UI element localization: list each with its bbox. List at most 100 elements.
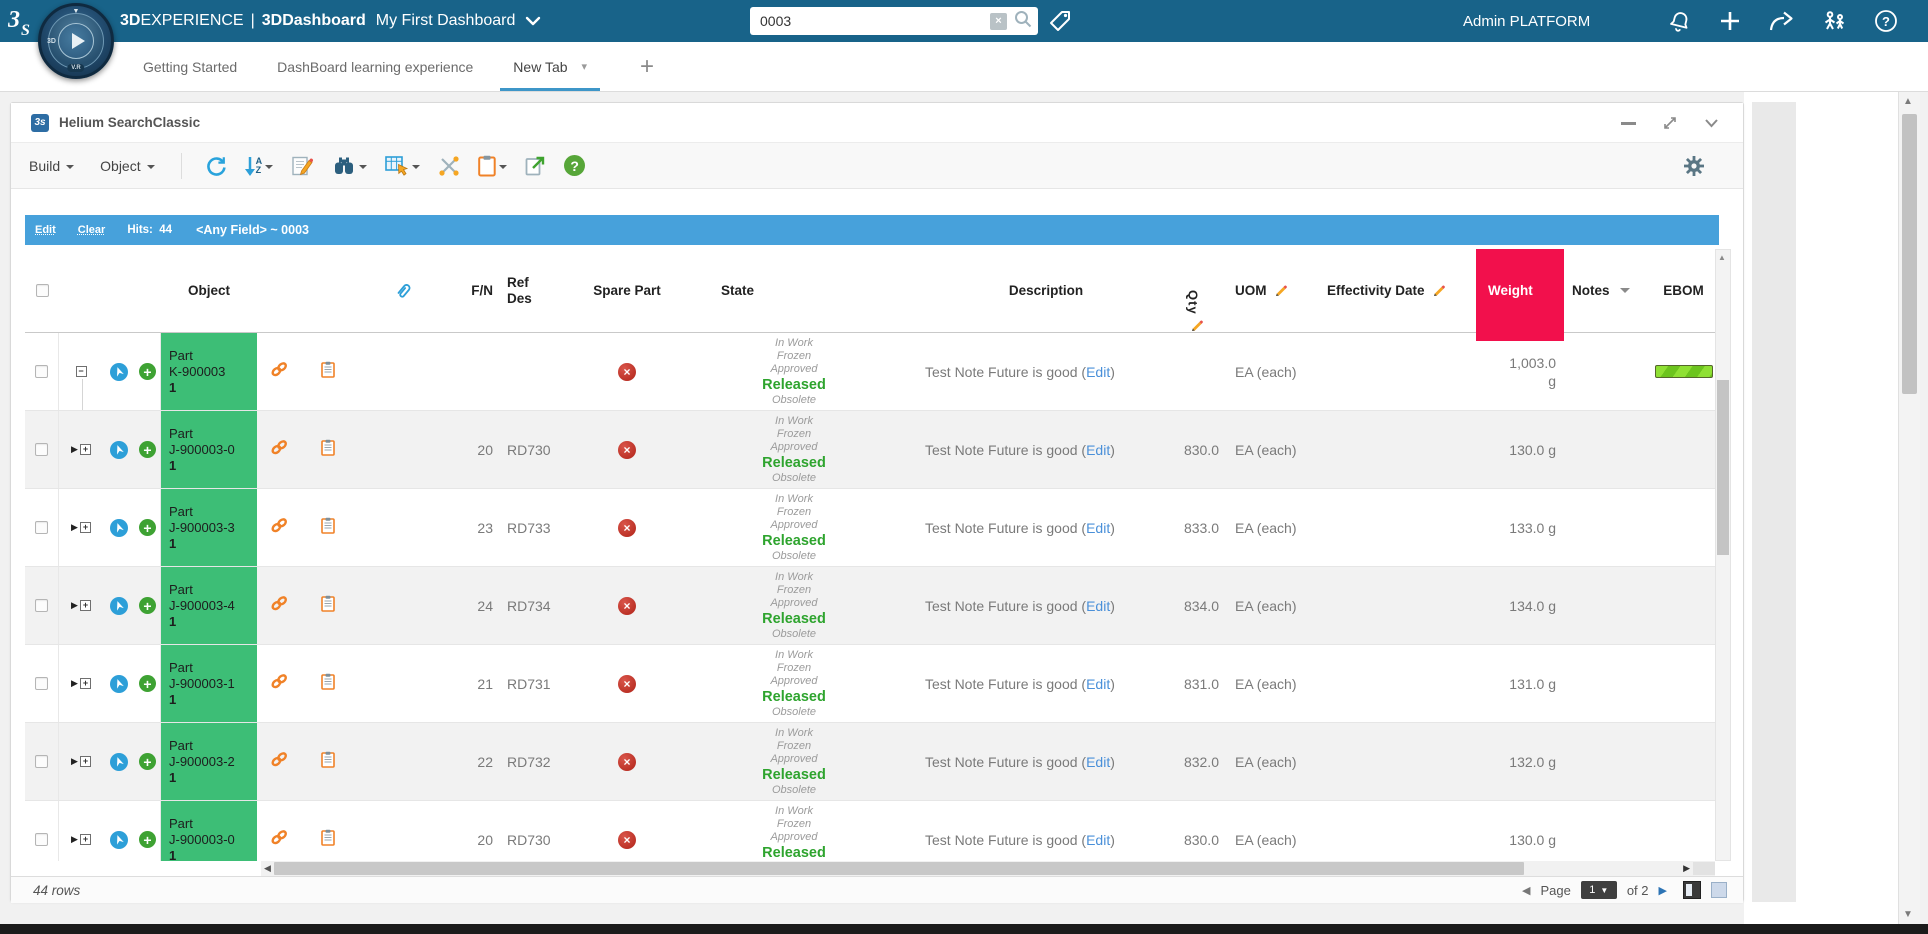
- play-icon[interactable]: [58, 23, 94, 59]
- link-icon[interactable]: [270, 595, 289, 616]
- add-child-icon[interactable]: +: [139, 753, 156, 770]
- chevron-down-icon[interactable]: ▾: [582, 60, 588, 73]
- navigate-icon[interactable]: [110, 519, 128, 537]
- table-scrollbar-thumb[interactable]: [1717, 380, 1729, 555]
- row-checkbox[interactable]: [35, 599, 48, 612]
- swap-connections-icon[interactable]: [438, 155, 460, 177]
- minimize-widget-icon[interactable]: [1621, 122, 1636, 125]
- prev-page-button[interactable]: ◀: [1522, 884, 1530, 897]
- build-menu[interactable]: Build: [29, 158, 74, 174]
- add-child-icon[interactable]: +: [139, 597, 156, 614]
- select-all-checkbox[interactable]: [36, 284, 49, 297]
- refresh-icon[interactable]: [205, 155, 227, 177]
- object-name-cell[interactable]: Part J-900003-0 1: [161, 801, 257, 861]
- search-icon[interactable]: [1014, 10, 1032, 33]
- navigate-icon[interactable]: [110, 597, 128, 615]
- column-header-notes[interactable]: Notes: [1564, 249, 1652, 332]
- column-header-state[interactable]: State: [677, 249, 911, 332]
- edit-description-link[interactable]: Edit: [1086, 754, 1110, 770]
- column-header-ref-des[interactable]: Ref Des: [497, 249, 577, 332]
- tab-new-tab[interactable]: New Tab▾: [500, 42, 600, 91]
- settings-gear-icon[interactable]: [1683, 155, 1705, 182]
- column-header-object[interactable]: Object: [161, 249, 257, 332]
- card-view-toggle[interactable]: [1711, 882, 1727, 898]
- add-child-icon[interactable]: +: [139, 675, 156, 692]
- link-icon[interactable]: [270, 517, 289, 538]
- column-header-uom[interactable]: UOM: [1223, 249, 1315, 332]
- navigate-icon[interactable]: [110, 753, 128, 771]
- row-checkbox[interactable]: [35, 677, 48, 690]
- table-view-toggle[interactable]: [1683, 881, 1701, 899]
- tree-expand-icon[interactable]: ▶+: [71, 834, 91, 845]
- navigate-icon[interactable]: [110, 675, 128, 693]
- navigate-icon[interactable]: [110, 441, 128, 459]
- compass-icon[interactable]: ▼ 3D V.R: [38, 3, 114, 79]
- object-name-cell[interactable]: Part J-900003-3 1: [161, 489, 257, 566]
- table-vertical-scrollbar[interactable]: ▲: [1715, 249, 1731, 861]
- row-checkbox[interactable]: [35, 521, 48, 534]
- row-checkbox[interactable]: [35, 365, 48, 378]
- link-icon[interactable]: [270, 829, 289, 850]
- navigate-icon[interactable]: [110, 831, 128, 849]
- column-header-weight[interactable]: Weight: [1476, 249, 1564, 332]
- link-icon[interactable]: [270, 673, 289, 694]
- clipboard-icon[interactable]: [321, 361, 335, 383]
- object-name-cell[interactable]: Part J-900003-4 1: [161, 567, 257, 644]
- clipboard-icon[interactable]: [321, 829, 335, 851]
- find-binoculars-icon[interactable]: [332, 156, 367, 176]
- column-select-icon[interactable]: [385, 155, 420, 177]
- column-header-spare-part[interactable]: Spare Part: [577, 249, 677, 332]
- page-select[interactable]: 1▼: [1581, 881, 1617, 899]
- chevron-down-icon[interactable]: [525, 16, 541, 26]
- clipboard-icon[interactable]: [321, 517, 335, 539]
- help-icon[interactable]: ?: [1874, 9, 1898, 33]
- edit-description-link[interactable]: Edit: [1086, 364, 1110, 380]
- scroll-up-icon[interactable]: ▲: [1718, 253, 1726, 262]
- tag-icon[interactable]: [1046, 7, 1074, 40]
- object-menu[interactable]: Object: [100, 158, 154, 174]
- column-header-fn[interactable]: F/N: [453, 249, 497, 332]
- add-tab-button[interactable]: +: [640, 42, 654, 91]
- add-child-icon[interactable]: +: [139, 441, 156, 458]
- edit-description-link[interactable]: Edit: [1086, 832, 1110, 848]
- expand-widget-icon[interactable]: [1662, 115, 1678, 131]
- collapse-widget-icon[interactable]: [1704, 117, 1719, 129]
- add-child-icon[interactable]: +: [139, 831, 156, 848]
- row-checkbox[interactable]: [35, 443, 48, 456]
- add-child-icon[interactable]: +: [139, 363, 156, 380]
- tab-getting-started[interactable]: Getting Started: [130, 42, 250, 91]
- search-input[interactable]: [760, 13, 990, 29]
- tree-collapse-icon[interactable]: −: [76, 366, 87, 377]
- scroll-left-icon[interactable]: ◀: [261, 863, 274, 874]
- filter-clear-link[interactable]: Clear: [78, 224, 106, 236]
- tree-expand-icon[interactable]: ▶+: [71, 600, 91, 611]
- edit-description-link[interactable]: Edit: [1086, 442, 1110, 458]
- row-checkbox[interactable]: [35, 755, 48, 768]
- column-header-attachment[interactable]: [355, 249, 453, 332]
- page-scrollbar[interactable]: ▲ ▼: [1898, 92, 1920, 924]
- dashboard-name[interactable]: My First Dashboard: [376, 12, 516, 30]
- edit-description-link[interactable]: Edit: [1086, 598, 1110, 614]
- tree-expand-icon[interactable]: ▶+: [71, 678, 91, 689]
- export-icon[interactable]: [525, 155, 546, 176]
- column-header-qty[interactable]: Qty: [1167, 249, 1223, 332]
- tab-dashboard-learning-experience[interactable]: DashBoard learning experience: [264, 42, 486, 91]
- global-search[interactable]: ×: [750, 7, 1038, 35]
- link-icon[interactable]: [270, 751, 289, 772]
- next-page-button[interactable]: ▶: [1659, 884, 1667, 897]
- help-toolbar-icon[interactable]: ?: [564, 155, 585, 176]
- table-horizontal-scrollbar[interactable]: ◀ ▶: [261, 861, 1715, 876]
- tree-expand-icon[interactable]: ▶+: [71, 444, 91, 455]
- clipboard-icon[interactable]: [321, 595, 335, 617]
- column-header-ebom[interactable]: EBOM: [1652, 249, 1715, 332]
- user-name[interactable]: Admin PLATFORM: [1463, 0, 1590, 42]
- clear-search-icon[interactable]: ×: [990, 13, 1007, 30]
- object-name-cell[interactable]: Part J-900003-0 1: [161, 411, 257, 488]
- object-name-cell[interactable]: Part K-900003 1: [161, 333, 257, 410]
- notifications-bell-icon[interactable]: [1668, 9, 1692, 33]
- tree-expand-icon[interactable]: ▶+: [71, 522, 91, 533]
- community-people-icon[interactable]: [1821, 10, 1847, 32]
- edit-description-link[interactable]: Edit: [1086, 520, 1110, 536]
- column-header-description[interactable]: Description: [911, 249, 1167, 332]
- page-scrollbar-thumb[interactable]: [1902, 114, 1917, 394]
